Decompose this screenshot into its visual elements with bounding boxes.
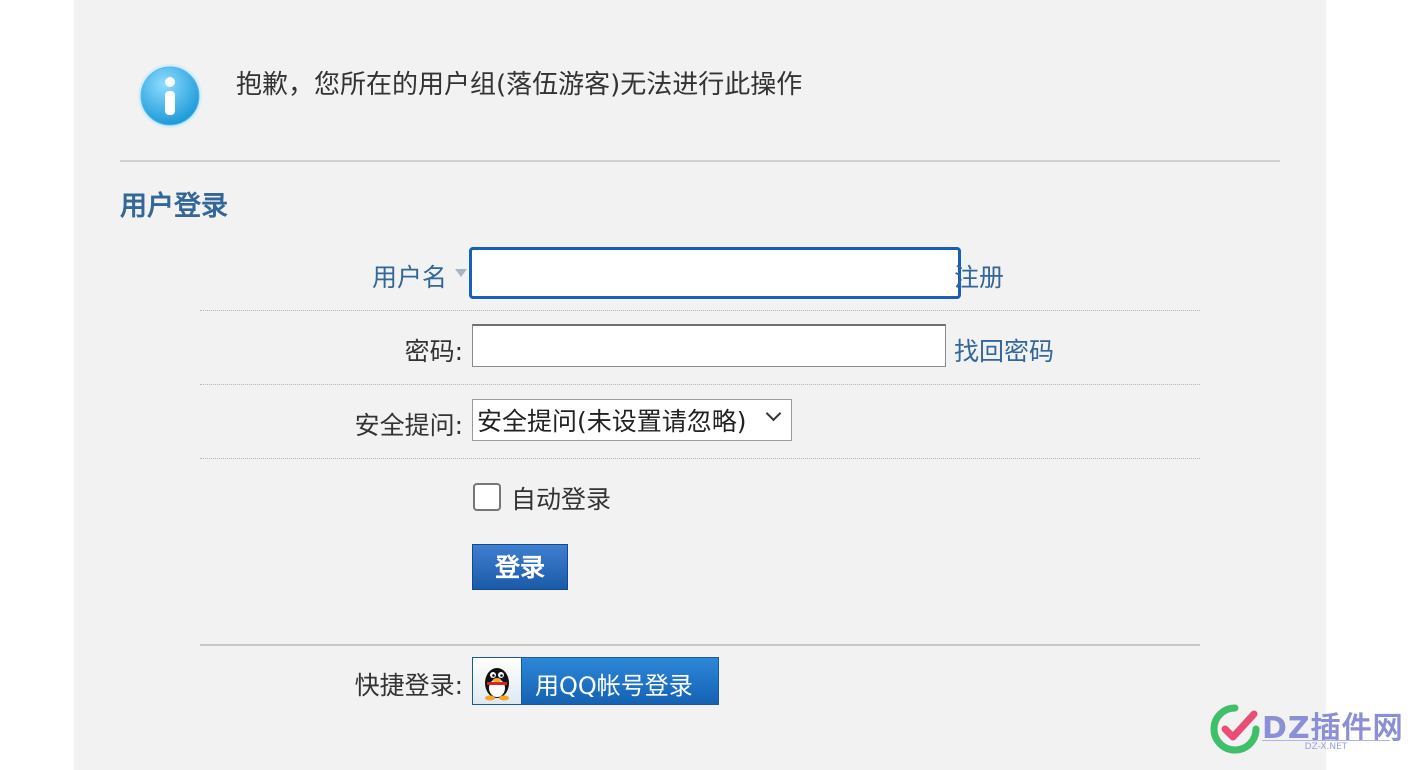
watermark-domain: DZ-X.NET [1262,740,1390,752]
quick-login-label: 快捷登录: [354,671,463,700]
alert-message: 抱歉，您所在的用户组(落伍游客)无法进行此操作 [236,70,803,100]
section-title: 用户登录 [120,191,228,222]
login-button[interactable]: 登录 [472,544,568,590]
security-question-value: 安全提问(未设置请忽略) [477,407,747,436]
security-question-label: 安全提问: [354,411,463,440]
info-icon [138,64,202,128]
username-input[interactable] [469,247,961,299]
register-link[interactable]: 注册 [954,258,1004,294]
password-input[interactable] [472,324,946,367]
qq-login-button[interactable]: 用QQ帐号登录 [472,657,719,705]
watermark-logo-icon [1210,704,1260,754]
divider [120,160,1280,162]
row-separator [200,310,1200,311]
divider [200,644,1200,646]
security-question-select[interactable]: 安全提问(未设置请忽略) [472,399,792,441]
chevron-down-icon [765,405,782,422]
qq-icon-container [473,658,522,704]
qq-login-label: 用QQ帐号登录 [535,672,693,700]
forgot-password-link[interactable]: 找回密码 [954,332,1054,368]
qq-penguin-icon [485,668,509,701]
content-panel [74,0,1326,770]
username-label: 用户名 [371,263,447,292]
autologin-label[interactable]: 自动登录 [511,480,611,516]
row-separator [200,458,1200,459]
row-separator [200,384,1200,385]
autologin-checkbox[interactable] [473,483,501,511]
dropdown-arrow-icon[interactable] [455,269,467,277]
password-label: 密码: [404,337,463,366]
